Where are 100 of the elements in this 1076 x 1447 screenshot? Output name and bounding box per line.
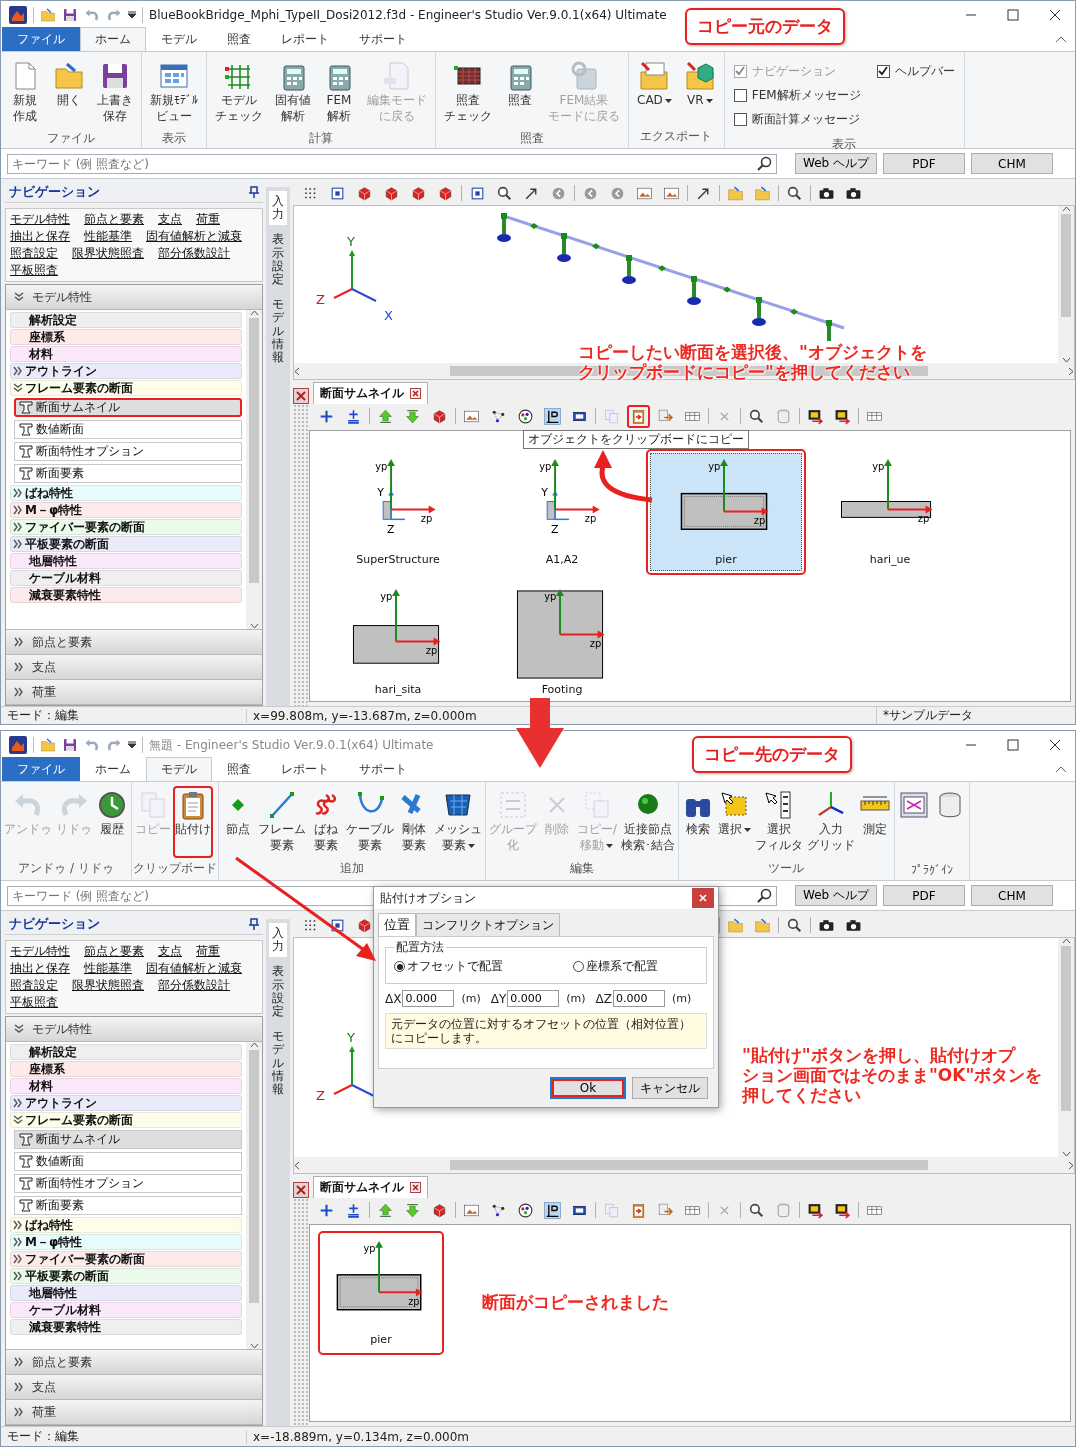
close-icon[interactable] xyxy=(1049,9,1061,21)
vertical-scrollbar[interactable] xyxy=(1058,206,1074,363)
input-field[interactable]: 0.000 xyxy=(613,990,666,1007)
ribbon-tab[interactable]: ファイル xyxy=(2,27,80,51)
tree-item[interactable]: 平板要素の断面 xyxy=(10,536,242,552)
tree-item[interactable]: ばね特性 xyxy=(10,1217,242,1233)
nav-link[interactable]: モデル特性 xyxy=(10,944,70,959)
nav-link[interactable]: 節点と要素 xyxy=(84,212,144,227)
tree-item[interactable]: 解析設定 xyxy=(10,312,242,328)
ribbon-button[interactable]: 貼付け xyxy=(173,786,213,858)
tree-item[interactable]: ばね特性 xyxy=(10,485,242,501)
maximize-icon[interactable] xyxy=(1007,739,1019,751)
scroll-right-icon[interactable] xyxy=(1068,366,1074,376)
scroll-up-icon[interactable] xyxy=(1061,206,1071,212)
nav-link[interactable]: 支点 xyxy=(158,944,182,959)
nav-link[interactable]: 性能基準 xyxy=(84,229,132,244)
section-thumbnail[interactable]: yp zp pier xyxy=(318,1231,444,1355)
side-tab[interactable]: モデル情報 xyxy=(269,1026,287,1101)
ribbon-button[interactable]: メッシュ 要素 xyxy=(432,786,484,858)
ribbon-tab[interactable]: モデル xyxy=(146,757,212,781)
vertical-scrollbar[interactable] xyxy=(246,1042,262,1349)
side-tab[interactable]: 表示設定 xyxy=(269,961,287,1023)
checkbox[interactable] xyxy=(733,112,747,126)
ribbon-tab[interactable]: ホーム xyxy=(80,27,146,51)
tree-item[interactable]: アウトライン xyxy=(10,363,242,379)
ribbon-button[interactable]: 選択 xyxy=(715,786,753,858)
section-thumbnail[interactable]: yp zp hari_sita xyxy=(318,579,478,701)
side-tab[interactable]: モデル情報 xyxy=(269,294,287,369)
nav-link[interactable]: 抽出と保存 xyxy=(10,961,70,976)
tree-item[interactable]: 断面サムネイル xyxy=(14,1130,242,1149)
ribbon-button[interactable]: 照査 チェック xyxy=(439,56,497,128)
scroll-down-icon[interactable] xyxy=(249,1343,259,1349)
accordion-header[interactable]: 支点 xyxy=(6,655,262,680)
ribbon-button[interactable]: CAD xyxy=(632,56,677,126)
ribbon-button[interactable]: 近接節点 検索･結合 xyxy=(618,786,677,858)
checkbox[interactable] xyxy=(876,64,890,78)
grip-handle[interactable] xyxy=(293,404,309,706)
help-button[interactable]: CHM xyxy=(971,153,1053,174)
panel-tab[interactable]: 断面サムネイル xyxy=(313,382,428,404)
nav-link[interactable]: 節点と要素 xyxy=(84,944,144,959)
scroll-down-icon[interactable] xyxy=(1061,1151,1071,1157)
tree-item[interactable]: 断面要素 xyxy=(14,464,242,483)
help-button[interactable]: Web ヘルプ xyxy=(795,153,877,174)
nav-link[interactable]: 照査設定 xyxy=(10,246,58,261)
ribbon-button[interactable]: 開く xyxy=(48,56,90,128)
tree-item[interactable]: 材料 xyxy=(10,1078,242,1094)
nav-link[interactable]: 抽出と保存 xyxy=(10,229,70,244)
tree-item[interactable]: ケーブル材料 xyxy=(10,1302,242,1318)
nav-link[interactable]: 部分係数設計 xyxy=(158,246,230,261)
ribbon-button[interactable]: 新規 作成 xyxy=(4,56,46,128)
nav-link[interactable]: 限界状態照査 xyxy=(72,246,144,261)
close-icon[interactable] xyxy=(410,388,421,399)
vertical-scrollbar[interactable] xyxy=(1058,938,1074,1157)
nav-link[interactable]: 平板照査 xyxy=(10,263,58,278)
accordion-header[interactable]: 節点と要素 xyxy=(6,1350,262,1375)
tree-item[interactable]: ケーブル材料 xyxy=(10,570,242,586)
close-icon[interactable] xyxy=(1049,739,1061,751)
nav-link[interactable]: 荷重 xyxy=(196,944,220,959)
nav-link[interactable]: 限界状態照査 xyxy=(72,978,144,993)
help-button[interactable]: PDF xyxy=(883,153,965,174)
search-icon[interactable] xyxy=(757,887,773,904)
tree-item[interactable]: 断面特性オプション xyxy=(14,442,242,461)
accordion-header[interactable]: 支点 xyxy=(6,1375,262,1400)
dropdown-icon[interactable] xyxy=(128,11,136,19)
horizontal-scrollbar[interactable] xyxy=(294,1157,1074,1173)
dialog-tab[interactable]: コンフリクトオプション xyxy=(416,913,560,936)
ribbon-button[interactable]: VR xyxy=(678,56,721,126)
ribbon-button[interactable]: 剛体 要素 xyxy=(396,786,432,858)
ribbon-button[interactable]: 選択 フィルタ xyxy=(752,786,805,858)
accordion-header[interactable]: 節点と要素 xyxy=(6,630,262,655)
ribbon-tab[interactable]: サポート xyxy=(344,757,422,781)
ribbon-tab[interactable]: サポート xyxy=(344,27,422,51)
side-tab[interactable]: 入力 xyxy=(269,191,287,226)
nav-link[interactable]: 部分係数設計 xyxy=(158,978,230,993)
close-button[interactable] xyxy=(692,888,714,908)
scroll-up-icon[interactable] xyxy=(1061,938,1071,944)
dropdown-icon[interactable] xyxy=(128,741,136,749)
accordion-header[interactable]: モデル特性 xyxy=(6,285,262,310)
tree-item[interactable]: ファイバー要素の断面 xyxy=(10,1251,242,1267)
tree-item[interactable]: 解析設定 xyxy=(10,1044,242,1060)
ribbon-button[interactable]: 節点 xyxy=(220,786,256,858)
nav-link[interactable]: モデル特性 xyxy=(10,212,70,227)
radio-button[interactable] xyxy=(573,961,584,972)
ribbon-tab[interactable]: レポート xyxy=(266,27,344,51)
dialog-tab[interactable]: 位置 xyxy=(378,913,416,936)
ribbon-button[interactable]: 測定 xyxy=(856,786,893,858)
help-button[interactable]: PDF xyxy=(883,885,965,906)
pin-icon[interactable] xyxy=(249,917,259,930)
accordion-header[interactable]: モデル特性 xyxy=(6,1017,262,1042)
grip-handle[interactable] xyxy=(293,1198,309,1426)
checkbox[interactable] xyxy=(733,88,747,102)
tree-item[interactable]: 断面要素 xyxy=(14,1196,242,1215)
nav-link[interactable]: 支点 xyxy=(158,212,182,227)
tree-item[interactable]: 座標系 xyxy=(10,329,242,345)
scroll-right-icon[interactable] xyxy=(1068,1160,1074,1170)
tree-item[interactable]: 地層特性 xyxy=(10,553,242,569)
scroll-up-icon[interactable] xyxy=(249,310,259,316)
collapse-icon[interactable] xyxy=(1055,765,1067,775)
accordion-header[interactable]: 荷重 xyxy=(6,1400,262,1425)
scroll-down-icon[interactable] xyxy=(1061,357,1071,363)
